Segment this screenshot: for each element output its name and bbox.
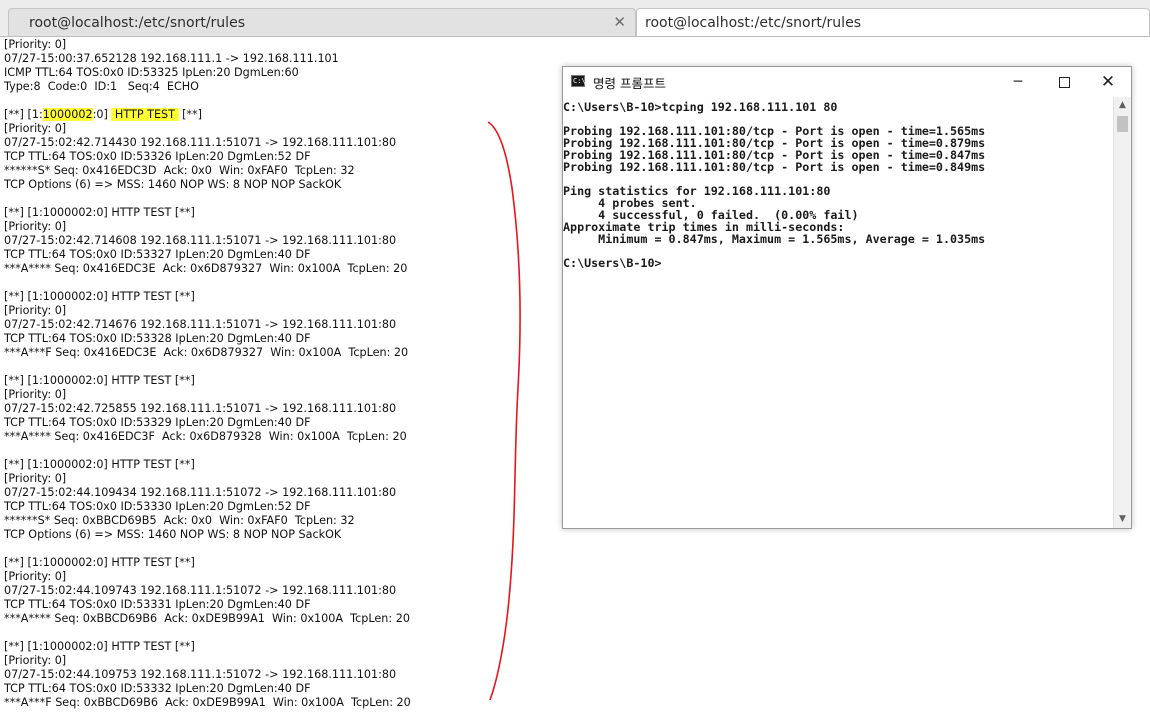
cmd-line: C:\Users\B-10>tcping 192.168.111.101 80 bbox=[563, 100, 838, 114]
cmd-line: Probing 192.168.111.101:80/tcp - Port is… bbox=[563, 160, 986, 174]
highlighted-sid: 1000002 bbox=[42, 108, 93, 121]
terminal-text: [**] bbox=[178, 108, 202, 121]
red-brace-annotation bbox=[487, 121, 521, 701]
close-icon[interactable]: ✕ bbox=[613, 13, 626, 31]
tab-label: root@localhost:/etc/snort/rules bbox=[645, 15, 861, 31]
scroll-up-icon[interactable]: ▲ bbox=[1114, 97, 1131, 114]
cmd-line: C:\Users\B-10> bbox=[563, 256, 662, 270]
cmd-app-icon: C:\ bbox=[571, 75, 586, 87]
close-button[interactable]: ✕ bbox=[1085, 67, 1131, 97]
terminal-line: ICMP TTL:64 TOS:0x0 ID:53325 IpLen:20 Dg… bbox=[4, 66, 299, 79]
cmd-title-bar[interactable]: C:\ 명령 프롬프트 ─ ✕ bbox=[563, 67, 1131, 97]
maximize-button[interactable] bbox=[1041, 67, 1087, 97]
highlighted-msg: HTTP TEST bbox=[111, 108, 179, 121]
cmd-title: 명령 프롬프트 bbox=[593, 76, 666, 91]
terminal-line: Type:8 Code:0 ID:1 Seq:4 ECHO bbox=[4, 80, 199, 93]
maximize-icon bbox=[1058, 76, 1070, 88]
vertical-scrollbar[interactable]: ▲ ▼ bbox=[1113, 97, 1131, 528]
tab-terminal-2[interactable]: root@localhost:/etc/snort/rules bbox=[636, 8, 1150, 36]
tab-label: root@localhost:/etc/snort/rules bbox=[29, 15, 245, 31]
scrollbar-thumb[interactable] bbox=[1117, 116, 1128, 132]
cmd-window[interactable]: C:\ 명령 프롬프트 ─ ✕ C:\Users\B-10>tcping 192… bbox=[562, 66, 1132, 529]
cmd-console-output[interactable]: C:\Users\B-10>tcping 192.168.111.101 80 P… bbox=[563, 101, 1115, 527]
terminal-line: [Priority: 0] bbox=[4, 38, 67, 51]
terminal-text: :0] bbox=[92, 108, 112, 121]
scroll-down-icon[interactable]: ▼ bbox=[1114, 511, 1131, 528]
cmd-line: Minimum = 0.847ms, Maximum = 1.565ms, Av… bbox=[563, 232, 986, 246]
terminal-text: [**] [1: bbox=[4, 108, 43, 121]
tab-terminal-1[interactable]: root@localhost:/etc/snort/rules ✕ bbox=[8, 8, 636, 36]
tab-bar: root@localhost:/etc/snort/rules ✕ root@l… bbox=[0, 0, 1150, 37]
terminal-line: 07/27-15:00:37.652128 192.168.111.1 -> 1… bbox=[4, 52, 339, 65]
minimize-button[interactable]: ─ bbox=[995, 67, 1041, 97]
